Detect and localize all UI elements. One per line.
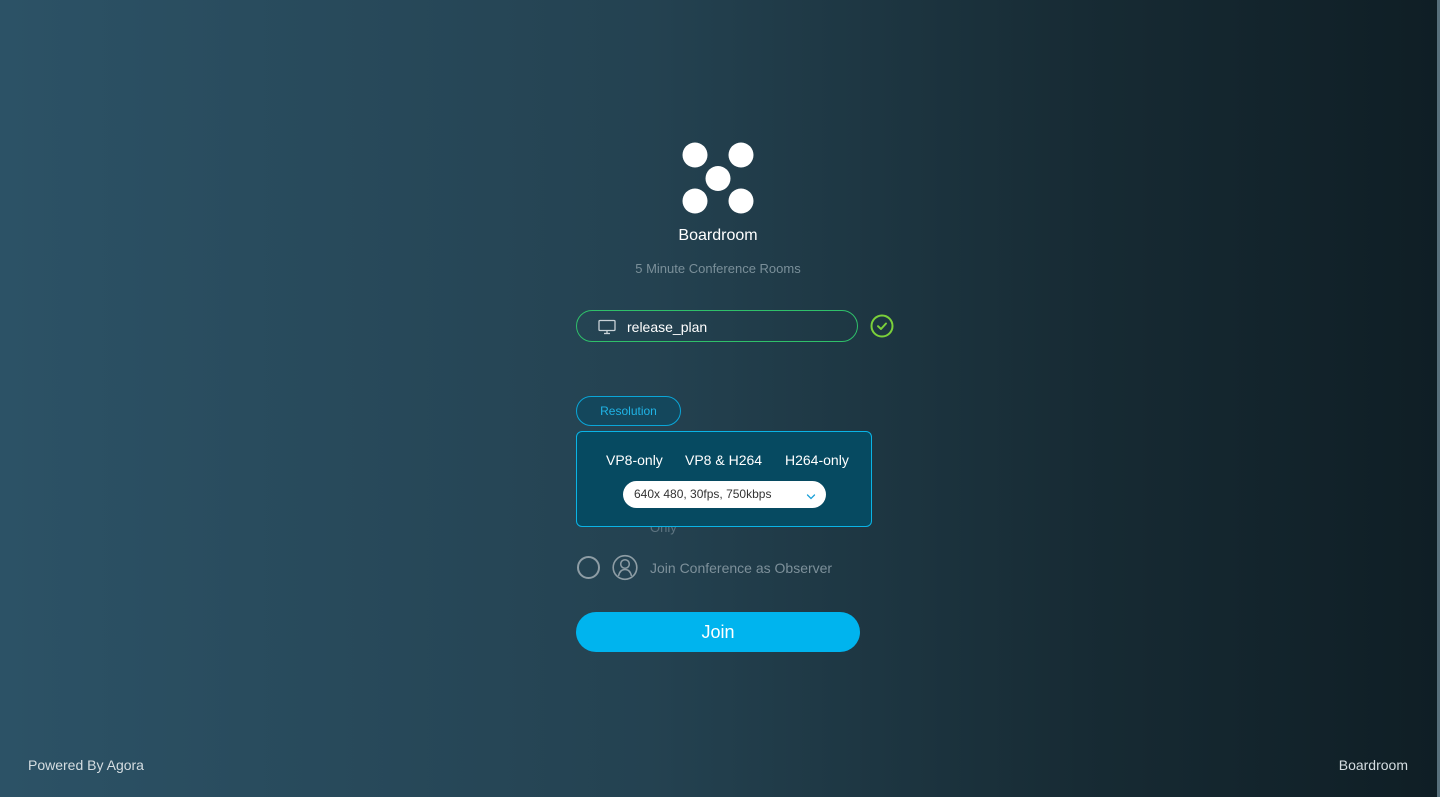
monitor-icon bbox=[598, 319, 616, 335]
app-title: Boardroom bbox=[678, 227, 758, 244]
codec-tab-vp8-only[interactable]: VP8-only bbox=[606, 452, 663, 468]
codec-tab-vp8-h264[interactable]: VP8 & H264 bbox=[685, 452, 762, 468]
observer-option[interactable]: Join Conference as Observer bbox=[576, 554, 896, 582]
resolution-button[interactable]: Resolution bbox=[576, 396, 681, 426]
footer-app-name: Boardroom bbox=[1338, 757, 1408, 773]
user-icon bbox=[612, 554, 638, 581]
channel-field[interactable] bbox=[576, 310, 858, 342]
check-circle-icon bbox=[869, 313, 895, 339]
channel-input[interactable] bbox=[627, 315, 847, 339]
resolution-select-value: 640x 480, 30fps, 750kbps bbox=[634, 487, 772, 501]
resolution-select[interactable]: 640x 480, 30fps, 750kbps bbox=[623, 481, 826, 508]
observer-radio[interactable] bbox=[577, 556, 600, 579]
footer-powered-by: Powered By Agora bbox=[28, 757, 144, 773]
resolution-popup: VP8-only VP8 & H264 H264-only 640x 480, … bbox=[576, 431, 872, 527]
app-subtitle: 5 Minute Conference Rooms bbox=[635, 261, 801, 276]
boardroom-logo-icon bbox=[680, 140, 756, 216]
codec-tab-h264-only[interactable]: H264-only bbox=[785, 452, 849, 468]
join-button[interactable]: Join bbox=[576, 612, 860, 652]
observer-label: Join Conference as Observer bbox=[650, 560, 833, 576]
chevron-down-icon bbox=[806, 490, 816, 500]
